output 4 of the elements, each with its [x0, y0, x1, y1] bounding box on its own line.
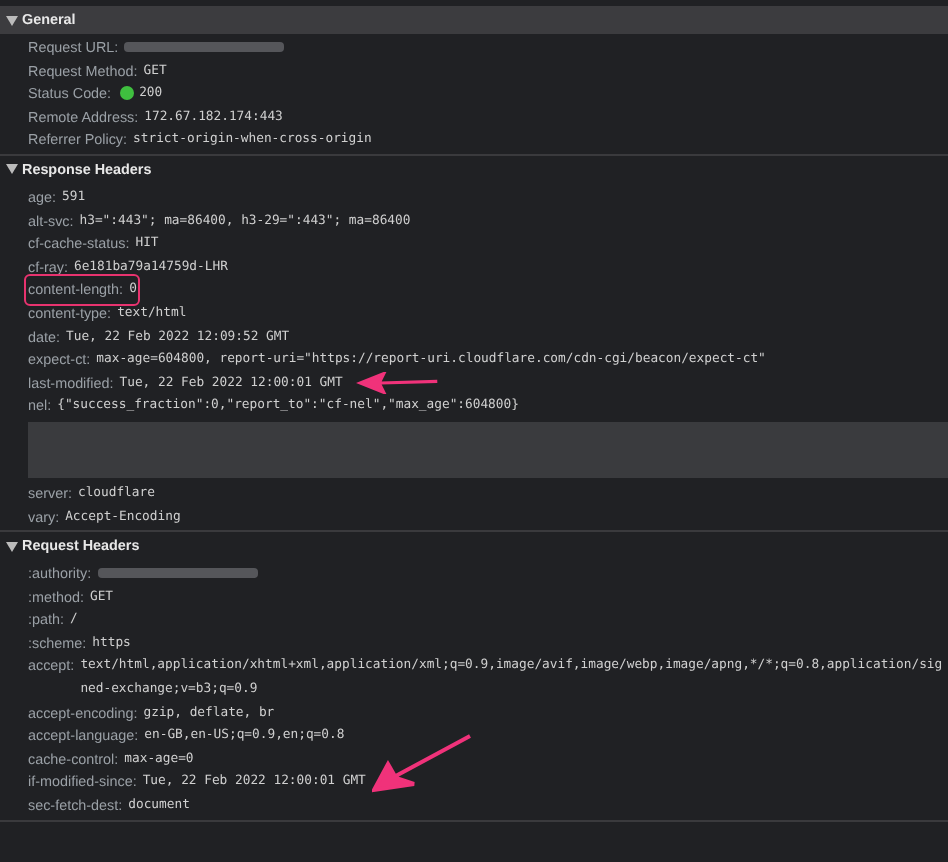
arrow-icon	[371, 733, 472, 794]
disclosure-triangle-icon	[6, 15, 18, 25]
disclosure-triangle-icon	[6, 164, 18, 175]
disclosure-triangle-icon	[6, 541, 18, 552]
